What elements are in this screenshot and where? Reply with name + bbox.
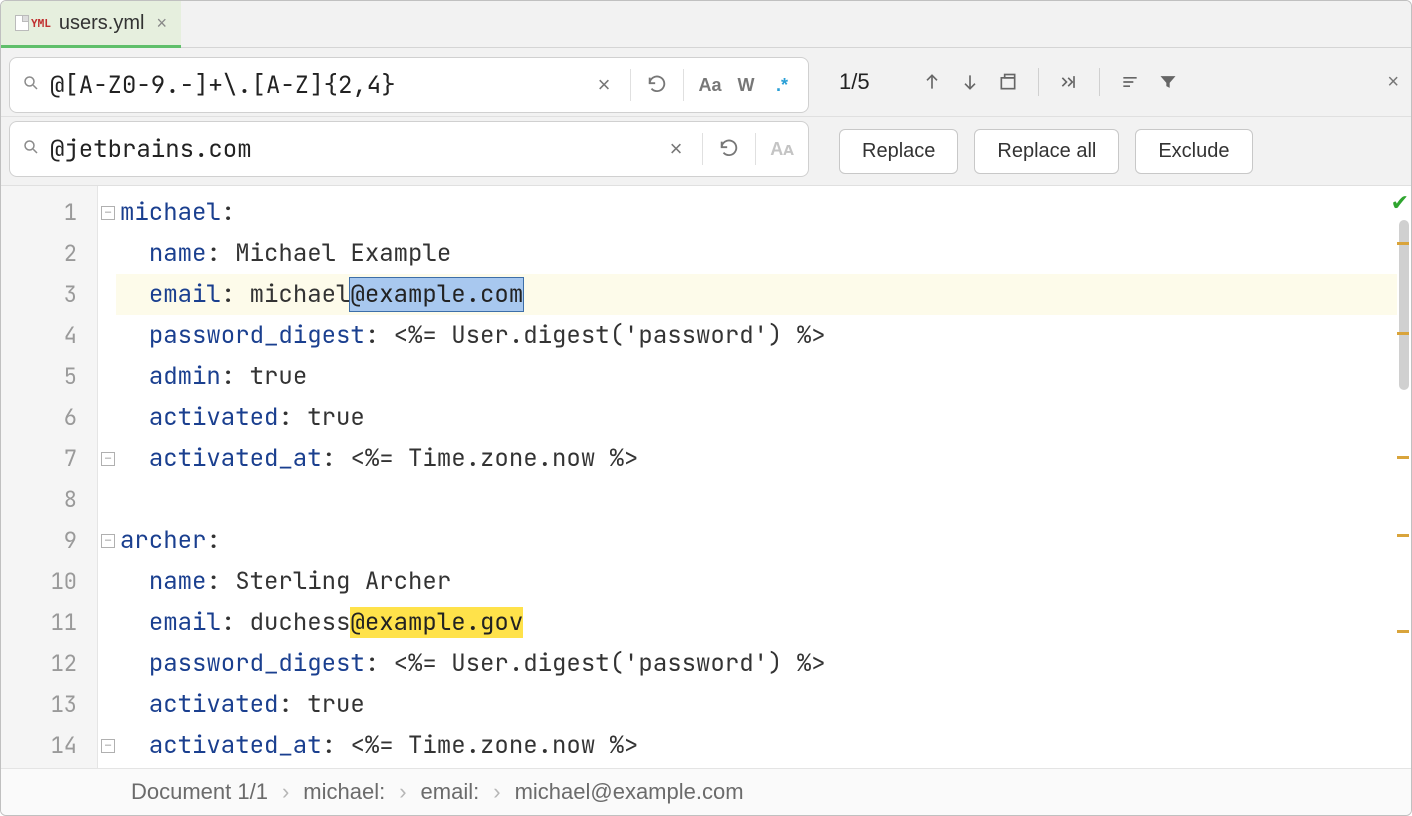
marker-stripe: ✔ (1397, 186, 1411, 768)
exclude-button[interactable]: Exclude (1135, 129, 1252, 174)
code-line[interactable]: activated_at: <%= Time.zone.now %> (116, 725, 1397, 766)
code-line[interactable]: email: duchess@example.gov (116, 602, 1397, 643)
breadcrumb[interactable]: Document 1/1 › michael: › email: › micha… (1, 768, 1411, 815)
code-line[interactable]: password_digest: <%= User.digest('passwo… (116, 643, 1397, 684)
fold-toggle-icon[interactable]: – (101, 206, 115, 220)
preserve-case-toggle[interactable]: Aᴀ (764, 131, 800, 167)
chevron-right-icon: › (282, 779, 289, 805)
match-highlight: @example.gov (350, 607, 523, 638)
occurrence-marker[interactable] (1397, 242, 1409, 245)
code-line[interactable]: michael: (116, 192, 1397, 233)
code-line[interactable]: activated_at: <%= Time.zone.now %> (116, 438, 1397, 479)
code-line[interactable]: activated: true (116, 397, 1397, 438)
select-all-occurrences-icon[interactable] (992, 66, 1024, 98)
replace-query-text: @jetbrains.com (46, 134, 658, 165)
replace-input-box[interactable]: @jetbrains.com × Aᴀ (9, 121, 809, 177)
breadcrumb-document[interactable]: Document 1/1 (131, 779, 268, 805)
code-area[interactable]: michael: name: Michael Example email: mi… (116, 186, 1397, 768)
find-options-icon[interactable] (1114, 66, 1146, 98)
code-line[interactable]: name: Michael Example (116, 233, 1397, 274)
replace-all-button[interactable]: Replace all (974, 129, 1119, 174)
code-line[interactable]: archer: (116, 520, 1397, 561)
occurrence-marker[interactable] (1397, 456, 1409, 459)
replace-row: @jetbrains.com × Aᴀ Replace Replace all … (1, 117, 1411, 186)
history-icon[interactable] (639, 67, 675, 103)
occurrence-marker[interactable] (1397, 630, 1409, 633)
search-icon (18, 138, 46, 161)
history-icon[interactable] (711, 131, 747, 167)
chevron-right-icon: › (493, 779, 500, 805)
filter-icon[interactable] (1152, 66, 1184, 98)
breadcrumb-item[interactable]: michael: (303, 779, 385, 805)
clear-replace-icon[interactable]: × (658, 131, 694, 167)
occurrence-marker[interactable] (1397, 332, 1409, 335)
add-selection-icon[interactable] (1053, 66, 1085, 98)
next-match-icon[interactable] (954, 66, 986, 98)
code-line[interactable]: name: Sterling Archer (116, 561, 1397, 602)
search-icon (18, 74, 46, 97)
selected-match: @example.com (350, 278, 523, 311)
fold-toggle-icon[interactable]: – (101, 534, 115, 548)
find-query-text: @[A-Z0-9.-]+\.[A-Z]{2,4} (46, 70, 586, 101)
code-editor[interactable]: 1234567891011121314 – – – – michael: name: … (1, 186, 1411, 768)
chevron-right-icon: › (399, 779, 406, 805)
close-search-icon[interactable]: × (1387, 71, 1399, 94)
breadcrumb-item[interactable]: email: (421, 779, 480, 805)
gutter: 1234567891011121314 (1, 186, 98, 768)
tab-bar: YML users.yml × (1, 1, 1411, 48)
prev-match-icon[interactable] (916, 66, 948, 98)
scrollbar-thumb[interactable] (1399, 220, 1409, 390)
code-line[interactable]: email: michael@example.com (116, 274, 1397, 315)
words-toggle[interactable]: W (728, 67, 764, 103)
close-tab-icon[interactable]: × (156, 13, 167, 34)
file-tab[interactable]: YML users.yml × (1, 1, 181, 48)
fold-column: – – – – (98, 186, 116, 768)
clear-find-icon[interactable]: × (586, 67, 622, 103)
find-input-box[interactable]: @[A-Z0-9.-]+\.[A-Z]{2,4} × Aa W .* (9, 57, 809, 113)
fold-toggle-icon[interactable]: – (101, 739, 115, 753)
code-line[interactable]: admin: true (116, 356, 1397, 397)
breadcrumb-item[interactable]: michael@example.com (515, 779, 744, 805)
replace-buttons: Replace Replace all Exclude (809, 119, 1411, 183)
editor-window: YML users.yml × @[A-Z0-9.-]+\.[A-Z]{2,4}… (0, 0, 1412, 816)
find-tools: 1/5 × (809, 48, 1411, 116)
yml-file-icon: YML (15, 15, 51, 31)
code-line[interactable]: password_digest: <%= User.digest('passwo… (116, 315, 1397, 356)
tab-label: users.yml (59, 12, 145, 35)
inspection-ok-icon: ✔ (1391, 190, 1409, 216)
replace-button[interactable]: Replace (839, 129, 958, 174)
fold-toggle-icon[interactable]: – (101, 452, 115, 466)
occurrence-marker[interactable] (1397, 534, 1409, 537)
regex-toggle[interactable]: .* (764, 67, 800, 103)
match-case-toggle[interactable]: Aa (692, 67, 728, 103)
match-count: 1/5 (839, 69, 870, 95)
find-row: @[A-Z0-9.-]+\.[A-Z]{2,4} × Aa W .* 1/5 × (1, 48, 1411, 117)
code-line[interactable] (116, 479, 1397, 520)
code-line[interactable]: activated: true (116, 684, 1397, 725)
